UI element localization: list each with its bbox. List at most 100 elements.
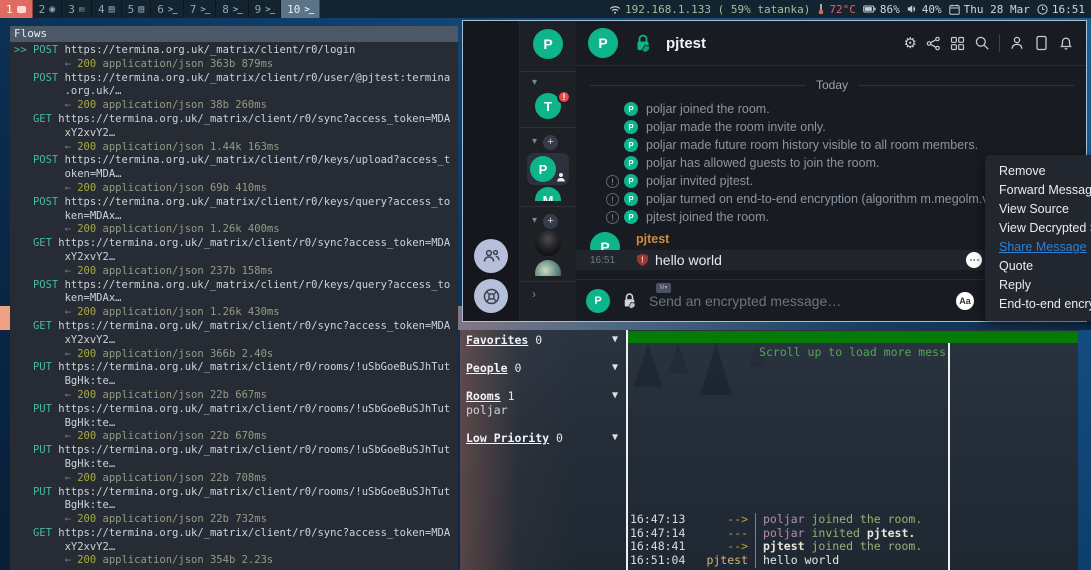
- event-avatar[interactable]: P: [624, 156, 638, 170]
- flow-list[interactable]: >> POST https://termina.org.uk/_matrix/c…: [10, 42, 458, 568]
- flow-line[interactable]: BgHk:te…: [14, 417, 458, 431]
- flow-line[interactable]: GET https://termina.org.uk/_matrix/clien…: [14, 320, 458, 334]
- format-button[interactable]: Aa: [956, 292, 974, 310]
- event-avatar[interactable]: P: [624, 210, 638, 224]
- help-button[interactable]: [474, 279, 508, 313]
- context-menu-item[interactable]: View Decrypted Source: [985, 219, 1091, 238]
- flow-line[interactable]: ← 200 application/json 1.26k 430ms: [14, 306, 458, 320]
- collapse-arrow-icon[interactable]: [612, 389, 618, 403]
- workspace-button[interactable]: 7: [184, 0, 216, 18]
- section-low-priority[interactable]: Low Priority 0: [466, 431, 620, 445]
- event-avatar[interactable]: P: [624, 102, 638, 116]
- markdown-badge[interactable]: M▾: [656, 283, 671, 293]
- flow-line[interactable]: xY2xvY2…: [14, 127, 458, 141]
- workspace-button[interactable]: 10: [281, 0, 320, 18]
- flow-line[interactable]: xY2xvY2…: [14, 334, 458, 348]
- flow-line[interactable]: ← 200 application/json 237b 158ms: [14, 265, 458, 279]
- context-menu-item[interactable]: End-to-end encryption information: [985, 295, 1091, 314]
- mitmproxy-window[interactable]: Flows >> POST https://termina.org.uk/_ma…: [10, 26, 458, 570]
- collapse-arrow-icon[interactable]: [612, 431, 618, 445]
- flow-line[interactable]: POST https://termina.org.uk/_matrix/clie…: [14, 279, 458, 293]
- flow-line[interactable]: GET https://termina.org.uk/_matrix/clien…: [14, 113, 458, 127]
- collapse-arrow-icon[interactable]: [612, 333, 618, 347]
- context-menu-item[interactable]: Remove: [985, 162, 1091, 181]
- flow-line[interactable]: ← 200 application/json 366b 2.40s: [14, 348, 458, 362]
- members-icon[interactable]: [1009, 35, 1025, 51]
- event-avatar[interactable]: P: [624, 138, 638, 152]
- workspace-button[interactable]: 1: [0, 0, 33, 18]
- room-avatar[interactable]: P: [588, 28, 618, 58]
- room-avatar-clipped[interactable]: M: [535, 187, 561, 201]
- chevron-down-icon[interactable]: [532, 215, 537, 228]
- chat-area[interactable]: Scroll up to load more mess 16:47:13-->p…: [628, 330, 1078, 570]
- section-people[interactable]: People 0: [466, 361, 620, 375]
- flow-line[interactable]: xY2xvY2…: [14, 541, 458, 555]
- flow-line[interactable]: PUT https://termina.org.uk/_matrix/clien…: [14, 486, 458, 500]
- flow-line[interactable]: ← 200 application/json 363b 879ms: [14, 58, 458, 72]
- invite-room[interactable]: T !: [535, 93, 561, 119]
- add-room-button[interactable]: [543, 214, 558, 229]
- flow-line[interactable]: ken=MDAx…: [14, 210, 458, 224]
- flow-line[interactable]: ← 200 application/json 1.26k 400ms: [14, 223, 458, 237]
- flow-line[interactable]: ← 200 application/json 38b 260ms: [14, 99, 458, 113]
- event-avatar[interactable]: P: [624, 120, 638, 134]
- flow-line[interactable]: GET https://termina.org.uk/_matrix/clien…: [14, 527, 458, 541]
- workspace-button[interactable]: 2: [33, 0, 63, 18]
- weechat-window[interactable]: Favorites 0 People 0 Rooms 1 poljar Low …: [460, 330, 1078, 570]
- search-icon[interactable]: [974, 35, 990, 51]
- add-room-button[interactable]: [543, 135, 558, 150]
- flow-line[interactable]: ← 200 application/json 22b 670ms: [14, 430, 458, 444]
- event-avatar[interactable]: P: [624, 192, 638, 206]
- expand-panel-icon[interactable]: [532, 287, 536, 300]
- files-icon[interactable]: [1034, 35, 1049, 51]
- flow-line[interactable]: .org.uk/…: [14, 85, 458, 99]
- buffer-item-room[interactable]: poljar: [466, 403, 620, 417]
- settings-icon[interactable]: ⚙: [904, 36, 917, 51]
- workspace-button[interactable]: 4: [92, 0, 122, 18]
- context-menu-item[interactable]: Forward Message: [985, 181, 1091, 200]
- flow-line[interactable]: oken=MDA…: [14, 168, 458, 182]
- flow-line[interactable]: BgHk:te…: [14, 458, 458, 472]
- flow-line[interactable]: POST https://termina.org.uk/_matrix/clie…: [14, 196, 458, 210]
- workspace-button[interactable]: 9: [249, 0, 281, 18]
- flow-line[interactable]: PUT https://termina.org.uk/_matrix/clien…: [14, 361, 458, 375]
- workspace-button[interactable]: 8: [216, 0, 248, 18]
- event-avatar[interactable]: P: [624, 174, 638, 188]
- chevron-down-icon[interactable]: [532, 77, 537, 90]
- share-icon[interactable]: [926, 36, 941, 51]
- flow-line[interactable]: ← 200 application/json 1.44k 163ms: [14, 141, 458, 155]
- groups-button[interactable]: [474, 239, 508, 273]
- flow-line[interactable]: BgHk:te…: [14, 375, 458, 389]
- workspace-button[interactable]: 3: [62, 0, 92, 18]
- workspace-button[interactable]: 6: [151, 0, 183, 18]
- flow-line[interactable]: xY2xvY2…: [14, 251, 458, 265]
- message-options-button[interactable]: [966, 252, 982, 268]
- flow-line[interactable]: POST https://termina.org.uk/_matrix/clie…: [14, 154, 458, 168]
- composer-placeholder[interactable]: Send an encrypted message…: [649, 293, 841, 309]
- section-favorites[interactable]: Favorites 0: [466, 333, 620, 347]
- flow-line[interactable]: ← 200 application/json 22b 732ms: [14, 513, 458, 527]
- flow-line[interactable]: POST https://termina.org.uk/_matrix/clie…: [14, 72, 458, 86]
- workspace-button[interactable]: 5: [122, 0, 152, 18]
- notifications-bell-icon[interactable]: [1058, 35, 1074, 51]
- room-avatar-image[interactable]: [535, 230, 561, 256]
- flow-line[interactable]: BgHk:te…: [14, 499, 458, 513]
- context-menu-item[interactable]: Share Message: [985, 238, 1091, 257]
- flow-line[interactable]: ← 200 application/json 22b 667ms: [14, 389, 458, 403]
- flow-line[interactable]: PUT https://termina.org.uk/_matrix/clien…: [14, 444, 458, 458]
- section-rooms[interactable]: Rooms 1: [466, 389, 620, 403]
- nicklist-panel[interactable]: [948, 343, 1078, 570]
- user-avatar[interactable]: P: [533, 29, 563, 59]
- collapse-arrow-icon[interactable]: [612, 361, 618, 375]
- flow-line[interactable]: ← 200 application/json 354b 2.23s: [14, 554, 458, 568]
- context-menu-item[interactable]: Reply: [985, 276, 1091, 295]
- flow-line[interactable]: GET https://termina.org.uk/_matrix/clien…: [14, 237, 458, 251]
- flow-line[interactable]: ← 200 application/json 69b 410ms: [14, 182, 458, 196]
- apps-grid-icon[interactable]: [950, 36, 965, 51]
- room-avatar-clipped[interactable]: [535, 260, 561, 276]
- flow-line[interactable]: PUT https://termina.org.uk/_matrix/clien…: [14, 403, 458, 417]
- chevron-down-icon[interactable]: [532, 136, 537, 149]
- context-menu-item[interactable]: View Source: [985, 200, 1091, 219]
- flow-line[interactable]: ← 200 application/json 22b 708ms: [14, 472, 458, 486]
- flow-line[interactable]: >> POST https://termina.org.uk/_matrix/c…: [14, 44, 458, 58]
